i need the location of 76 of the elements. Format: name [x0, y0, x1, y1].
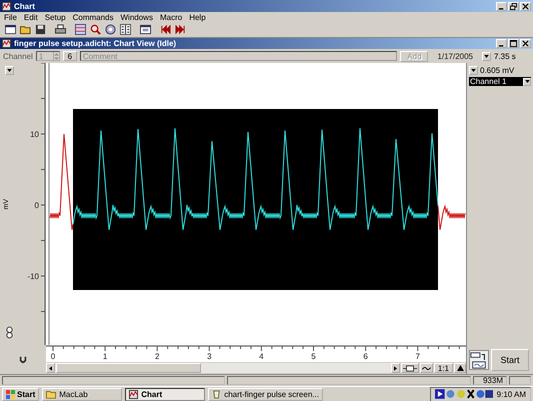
document-icon — [2, 39, 11, 48]
date-text: 1/17/2005 — [436, 52, 474, 60]
document-title: finger pulse setup.adicht: Chart View (Idle) — [14, 39, 178, 48]
axis-tick-label: -10 — [27, 272, 39, 281]
channel-label: Channel — [3, 52, 33, 60]
maximize-button[interactable] — [508, 39, 519, 48]
restore-button[interactable] — [508, 2, 519, 10]
menu-item[interactable]: Edit — [24, 12, 38, 22]
minimize-button[interactable] — [496, 39, 507, 48]
axis-tick-label: 4 — [259, 352, 264, 361]
restore-icon — [510, 2, 517, 10]
mode-icon[interactable] — [469, 350, 489, 370]
skip-forward-icon[interactable] — [173, 22, 187, 36]
wave-icon[interactable] — [420, 363, 433, 373]
fit-icon[interactable] — [400, 363, 419, 373]
duration-text: 7.35 s — [494, 52, 517, 60]
taskbar-item[interactable]: chart-finger pulse screen... — [208, 388, 323, 400]
right-arrow-icon — [394, 366, 397, 370]
axis-tick-label: 5 — [311, 352, 316, 361]
channel-select[interactable]: Channel 1 — [469, 77, 531, 86]
tray-icons-drawing — [434, 389, 493, 399]
window-title: Chart — [14, 2, 36, 10]
axis-tick-label: 3 — [207, 352, 212, 361]
taskbar-item[interactable]: Chart — [125, 388, 206, 400]
axis-tick-label: 7 — [415, 352, 420, 361]
comment-field[interactable]: Comment — [80, 51, 398, 61]
axis-tick-label: 10 — [30, 130, 39, 139]
caret-icon — [471, 69, 476, 72]
axis-tick-label: 6 — [363, 352, 368, 361]
app-icon — [129, 390, 138, 398]
close-icon — [522, 2, 529, 10]
taskbar-item[interactable]: MacLab — [42, 388, 122, 400]
start-menu-button[interactable]: Start — [2, 388, 40, 400]
readout-value: 0.605 mV — [480, 66, 514, 75]
menu-item[interactable]: Windows — [120, 12, 153, 22]
axis-tick-label: 2 — [154, 352, 160, 361]
axis-tick-label: 0 — [34, 201, 39, 210]
zoom-ratio-button[interactable]: 1:1 — [434, 363, 453, 373]
start-button[interactable]: Start — [491, 348, 529, 370]
clock-text: 9:10 AM — [496, 390, 526, 398]
menu-item[interactable]: Macro — [160, 12, 182, 22]
axis-tick-label: 1 — [102, 352, 108, 361]
document-icon — [212, 390, 222, 398]
window-icon[interactable] — [3, 22, 17, 36]
menu-item[interactable]: Help — [189, 12, 206, 22]
status-pane — [509, 376, 531, 385]
disk-icon[interactable] — [33, 22, 47, 36]
caret-icon — [484, 54, 489, 58]
menu-item[interactable]: Commands — [72, 12, 114, 22]
menu-item[interactable]: File — [4, 12, 17, 22]
axis-tick-label: 0 — [50, 352, 56, 361]
grid-icon[interactable] — [73, 22, 87, 36]
caret-icon — [7, 69, 12, 72]
channel-count-button[interactable]: 6 — [62, 51, 77, 61]
left-arrow-icon — [49, 366, 52, 370]
minimize-button[interactable] — [496, 2, 507, 10]
skip-back-icon[interactable] — [158, 22, 172, 36]
panel-icon[interactable] — [138, 22, 152, 36]
dropdown-button[interactable] — [5, 66, 14, 75]
close-icon — [522, 40, 529, 47]
printer-icon[interactable] — [53, 22, 67, 36]
folder-icon — [46, 390, 56, 398]
dropdown-button[interactable] — [482, 52, 491, 60]
caret-icon — [524, 80, 530, 83]
channels-icon[interactable] — [118, 22, 132, 36]
app-icon — [2, 2, 11, 10]
close-button[interactable] — [520, 39, 531, 48]
maximize-icon — [510, 40, 517, 47]
close-button[interactable] — [520, 2, 531, 10]
peak-icon[interactable] — [454, 363, 466, 373]
target-icon[interactable] — [103, 22, 117, 36]
memory-status: 933M — [473, 376, 507, 385]
scrollbar[interactable] — [46, 363, 400, 373]
menu-item[interactable]: Setup — [44, 12, 66, 22]
dropdown-button[interactable] — [469, 66, 478, 75]
flag-icon — [6, 390, 15, 398]
